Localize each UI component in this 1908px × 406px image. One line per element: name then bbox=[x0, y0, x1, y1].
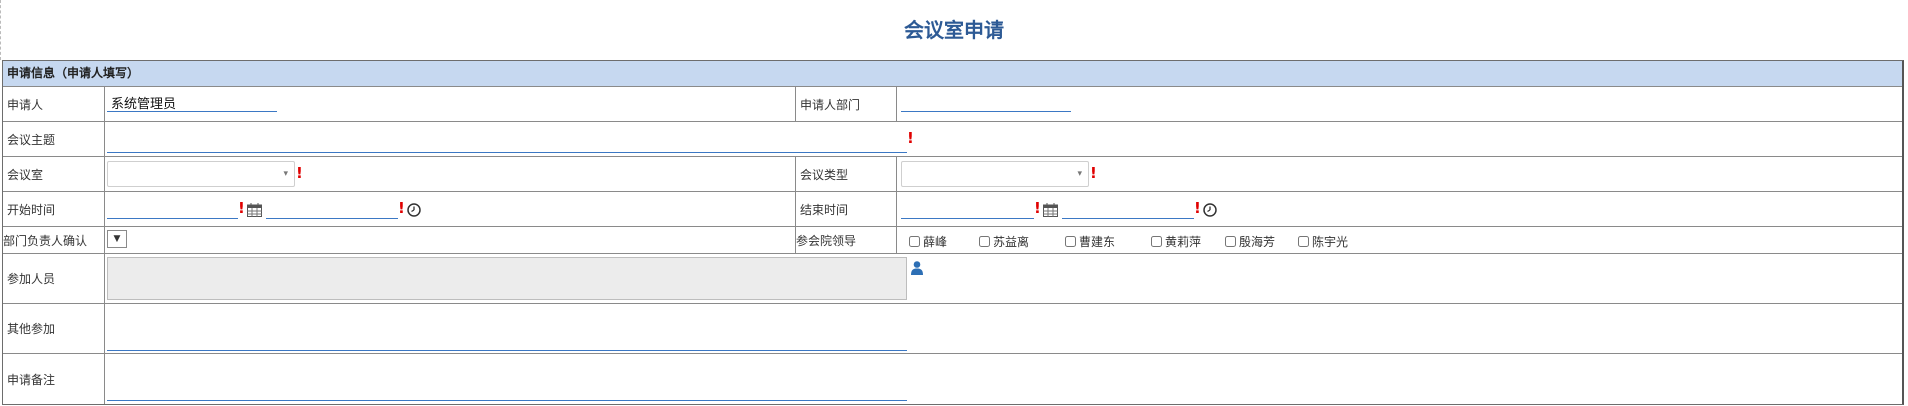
applicant-label: 申请人 bbox=[3, 87, 105, 121]
clock-icon[interactable] bbox=[1203, 203, 1217, 217]
required-mark-icon: ! bbox=[1194, 199, 1201, 217]
calendar-icon[interactable] bbox=[247, 203, 262, 217]
application-form: 申请信息（申请人填写） 申请人 申请人部门 会议主题 ! 会议室 ▾ ! 会议类… bbox=[2, 60, 1904, 405]
participants-box[interactable] bbox=[107, 257, 907, 300]
end-time-label: 结束时间 bbox=[795, 192, 897, 226]
meeting-subject-input[interactable] bbox=[107, 135, 907, 153]
page-title: 会议室申请 bbox=[904, 18, 1004, 42]
checkbox[interactable] bbox=[1151, 236, 1162, 247]
leader-name: 陈宇光 bbox=[1312, 235, 1349, 249]
other-participants-label: 其他参加 bbox=[3, 304, 105, 353]
row-subject: 会议主题 ! bbox=[3, 122, 1902, 157]
applicant-input[interactable] bbox=[107, 94, 277, 112]
row-room-type: 会议室 ▾ ! 会议类型 ▾ ! bbox=[3, 157, 1902, 192]
end-date-input[interactable] bbox=[901, 201, 1034, 219]
remarks-label: 申请备注 bbox=[3, 354, 105, 404]
checkbox[interactable] bbox=[979, 236, 990, 247]
leader-name: 黄莉萍 bbox=[1165, 235, 1202, 249]
checkbox[interactable] bbox=[1225, 236, 1236, 247]
leader-name: 苏益离 bbox=[993, 235, 1030, 249]
dropdown-arrow-icon: ▼ bbox=[113, 234, 121, 244]
dept-head-confirm-select[interactable]: ▼ bbox=[107, 230, 127, 248]
row-applicant: 申请人 申请人部门 bbox=[3, 87, 1902, 122]
leader-name: 曹建东 bbox=[1079, 235, 1116, 249]
leader-name: 薛峰 bbox=[923, 235, 948, 249]
start-clock-input[interactable] bbox=[266, 201, 398, 219]
section-header: 申请信息（申请人填写） bbox=[3, 61, 1902, 87]
leader-name: 殷海芳 bbox=[1239, 235, 1276, 249]
leader-checkbox[interactable]: 苏益离 bbox=[979, 233, 1029, 250]
applicant-dept-input[interactable] bbox=[901, 94, 1071, 112]
checkbox[interactable] bbox=[1298, 236, 1309, 247]
meeting-subject-label: 会议主题 bbox=[3, 122, 105, 156]
chevron-down-icon: ▾ bbox=[1077, 169, 1082, 179]
row-remarks: 申请备注 bbox=[3, 354, 1902, 404]
calendar-icon[interactable] bbox=[1043, 203, 1058, 217]
start-time-label: 开始时间 bbox=[3, 192, 105, 226]
row-confirm-leaders: 部门负责人确认 ▼ 参会院领导 薛峰 苏益离 曹建东 黄莉萍 殷海芳 陈宇光 bbox=[3, 227, 1902, 254]
leaders-label: 参会院领导 bbox=[795, 227, 897, 253]
leader-checkbox[interactable]: 陈宇光 bbox=[1298, 233, 1348, 250]
required-mark-icon: ! bbox=[238, 199, 245, 217]
meeting-type-select[interactable]: ▾ bbox=[901, 161, 1089, 187]
required-mark-icon: ! bbox=[1090, 164, 1097, 182]
leader-checkbox[interactable]: 黄莉萍 bbox=[1151, 233, 1201, 250]
person-icon[interactable] bbox=[911, 261, 923, 275]
row-participants: 参加人员 bbox=[3, 254, 1902, 304]
leader-checkbox[interactable]: 曹建东 bbox=[1065, 233, 1115, 250]
required-mark-icon: ! bbox=[907, 129, 914, 147]
checkbox[interactable] bbox=[909, 236, 920, 247]
chevron-down-icon: ▾ bbox=[283, 169, 288, 179]
required-mark-icon: ! bbox=[296, 164, 303, 182]
leader-checkbox[interactable]: 殷海芳 bbox=[1225, 233, 1275, 250]
other-participants-input[interactable] bbox=[107, 333, 907, 351]
leader-checkbox[interactable]: 薛峰 bbox=[909, 233, 947, 250]
row-other: 其他参加 bbox=[3, 304, 1902, 354]
meeting-room-label: 会议室 bbox=[3, 157, 105, 191]
checkbox[interactable] bbox=[1065, 236, 1076, 247]
start-date-input[interactable] bbox=[107, 201, 238, 219]
row-time: 开始时间 ! ! 结束时间 ! ! bbox=[3, 192, 1902, 227]
applicant-dept-label: 申请人部门 bbox=[795, 87, 897, 121]
meeting-type-label: 会议类型 bbox=[795, 157, 897, 191]
dept-head-confirm-label: 部门负责人确认 bbox=[3, 227, 105, 253]
end-clock-input[interactable] bbox=[1062, 201, 1194, 219]
participants-label: 参加人员 bbox=[3, 254, 105, 303]
remarks-input[interactable] bbox=[107, 383, 907, 401]
clock-icon[interactable] bbox=[407, 203, 421, 217]
required-mark-icon: ! bbox=[1034, 199, 1041, 217]
required-mark-icon: ! bbox=[398, 199, 405, 217]
meeting-room-select[interactable]: ▾ bbox=[107, 161, 295, 187]
